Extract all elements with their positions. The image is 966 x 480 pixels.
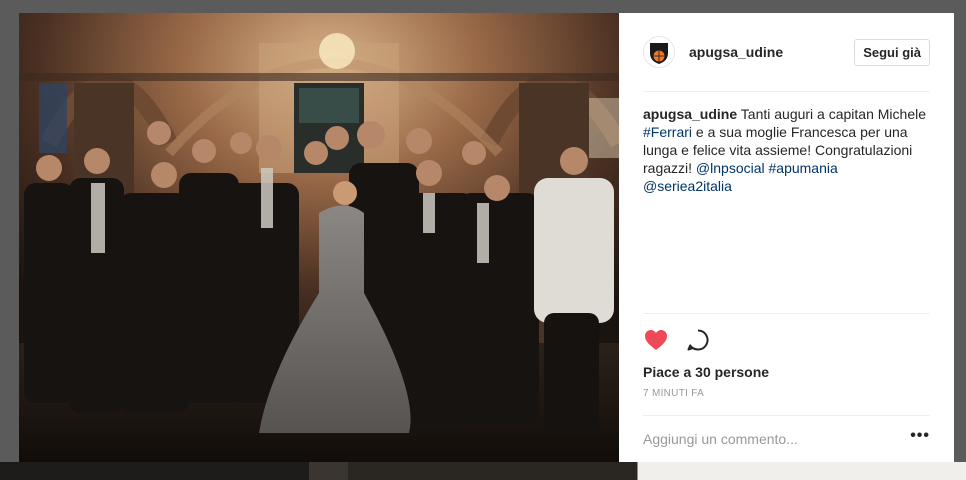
comment-button[interactable] — [685, 327, 711, 353]
mention-lnpsocial[interactable]: @lnpsocial — [696, 160, 765, 176]
comment-input[interactable] — [643, 431, 911, 447]
comment-area: ••• — [643, 415, 930, 462]
mention-seriea2italia[interactable]: @seriea2italia — [643, 178, 732, 194]
heart-icon — [645, 330, 667, 350]
post-photo[interactable] — [19, 13, 619, 462]
post-sidebar: apugsa_udine Segui già apugsa_udine Tant… — [619, 13, 954, 462]
follow-button[interactable]: Segui già — [854, 38, 930, 66]
post-modal: apugsa_udine Segui già apugsa_udine Tant… — [19, 13, 954, 462]
avatar[interactable] — [643, 36, 675, 68]
post-actions — [643, 313, 930, 356]
background-feed-strip — [0, 462, 966, 480]
post-caption: apugsa_udine Tanti auguri a capitan Mich… — [643, 92, 930, 195]
wedding-group-image — [19, 13, 619, 462]
hashtag-ferrari[interactable]: #Ferrari — [643, 124, 692, 140]
caption-text: Tanti auguri a capitan Michele — [740, 106, 927, 122]
apu-logo-icon — [650, 43, 668, 64]
comment-icon — [687, 329, 709, 351]
more-options-button[interactable]: ••• — [910, 427, 930, 451]
hashtag-apumania[interactable]: #apumania — [769, 160, 838, 176]
likes-count[interactable]: Piace a 30 persone — [643, 364, 930, 380]
post-header: apugsa_udine Segui già — [643, 13, 930, 92]
author-username[interactable]: apugsa_udine — [689, 44, 854, 60]
caption-username[interactable]: apugsa_udine — [643, 106, 737, 122]
like-button[interactable] — [643, 327, 669, 353]
post-timestamp[interactable]: 7 MINUTI FA — [643, 388, 930, 399]
